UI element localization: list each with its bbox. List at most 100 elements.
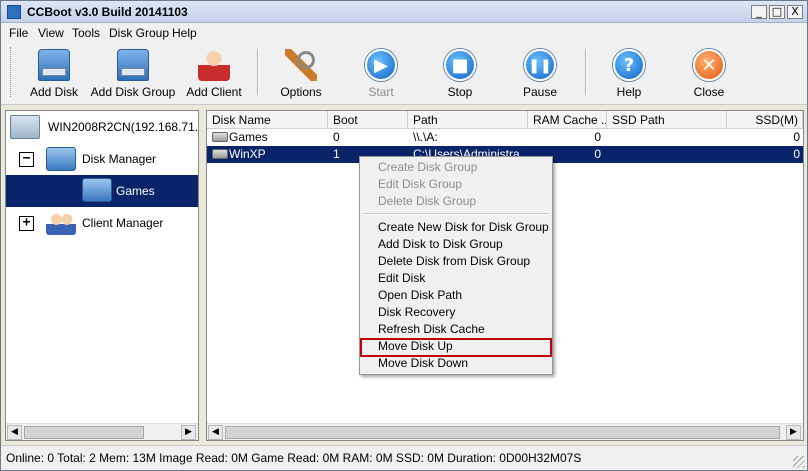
- navigation-tree[interactable]: WIN2008R2CN(192.168.71.25 − Disk Manager…: [5, 110, 199, 441]
- close-label: Close: [693, 85, 725, 99]
- scroll-thumb[interactable]: [225, 426, 780, 439]
- tree-node-server-label: WIN2008R2CN(192.168.71.25: [48, 120, 199, 134]
- cell-ssd: 0: [793, 130, 800, 144]
- column-path[interactable]: Path: [408, 111, 528, 129]
- add-disk-group-button[interactable]: Add Disk Group: [89, 47, 177, 101]
- stop-label: Stop: [447, 85, 473, 99]
- tree-node-games-label: Games: [116, 184, 155, 198]
- column-ram-cache[interactable]: RAM Cache ...: [528, 111, 607, 129]
- scroll-thumb[interactable]: [24, 426, 144, 439]
- app-icon: [7, 5, 21, 19]
- maximize-button[interactable]: □: [769, 5, 785, 19]
- start-label: Start: [368, 85, 394, 99]
- pause-icon: ❚❚: [524, 49, 556, 81]
- disk-icon: [212, 149, 228, 159]
- wrench-icon: [285, 49, 317, 81]
- pause-glyph: ❚❚: [528, 58, 552, 74]
- menu-bar: File View Tools Disk Group Help: [1, 23, 807, 43]
- pause-label: Pause: [522, 85, 558, 99]
- tree-node-server[interactable]: WIN2008R2CN(192.168.71.25: [10, 115, 198, 139]
- add-client-button[interactable]: Add Client: [181, 47, 247, 101]
- menu-view[interactable]: View: [38, 26, 64, 40]
- table-row[interactable]: Games 0 \\.\A: 0 0: [207, 129, 803, 146]
- scroll-left-arrow-icon[interactable]: ◀: [208, 425, 223, 440]
- disk-group-icon: [117, 49, 149, 81]
- menu-tools[interactable]: Tools: [72, 26, 100, 40]
- menu-item-move-disk-down[interactable]: Move Disk Down: [362, 355, 550, 372]
- menu-item-edit-disk[interactable]: Edit Disk: [362, 270, 550, 287]
- menu-item-add-disk-to-group[interactable]: Add Disk to Disk Group: [362, 236, 550, 253]
- column-disk-name[interactable]: Disk Name: [207, 111, 328, 129]
- menu-disk-group[interactable]: Disk Group: [109, 26, 169, 40]
- close-button[interactable]: ✕ Close: [681, 47, 737, 101]
- toolbar-separator: [585, 49, 587, 95]
- scroll-left-arrow-icon[interactable]: ◀: [7, 425, 22, 440]
- app-window: CCBoot v3.0 Build 20141103 _ □ X File Vi…: [0, 0, 808, 471]
- menu-file[interactable]: File: [9, 26, 28, 40]
- expand-icon[interactable]: +: [19, 216, 34, 231]
- column-ssd-path[interactable]: SSD Path: [607, 111, 727, 129]
- close-glyph: ✕: [701, 55, 717, 76]
- play-icon: ▶: [365, 49, 397, 81]
- stop-icon: ■: [444, 49, 476, 81]
- toolbar: Add Disk Add Disk Group Add Client Optio…: [1, 43, 807, 105]
- options-button[interactable]: Options: [273, 47, 329, 101]
- minimize-button[interactable]: _: [751, 5, 767, 19]
- menu-item-edit-disk-group[interactable]: Edit Disk Group: [362, 176, 550, 193]
- pause-button[interactable]: ❚❚ Pause: [512, 47, 568, 101]
- status-bar: Online: 0 Total: 2 Mem: 13M Image Read: …: [1, 445, 807, 470]
- tree-node-disk-manager-label: Disk Manager: [82, 152, 157, 166]
- add-disk-group-label: Add Disk Group: [90, 85, 176, 99]
- server-icon: [10, 115, 40, 139]
- menu-item-delete-disk-group[interactable]: Delete Disk Group: [362, 193, 550, 210]
- menu-item-create-disk-group[interactable]: Create Disk Group: [362, 159, 550, 176]
- column-boot[interactable]: Boot: [328, 111, 408, 129]
- help-icon: ?: [613, 49, 645, 81]
- add-disk-button[interactable]: Add Disk: [25, 47, 83, 101]
- menu-help[interactable]: Help: [172, 26, 197, 40]
- user-icon: [198, 49, 230, 81]
- list-header: Disk Name Boot Path RAM Cache ... SSD Pa…: [207, 111, 803, 129]
- menu-item-refresh-disk-cache[interactable]: Refresh Disk Cache: [362, 321, 550, 338]
- add-disk-label: Add Disk: [29, 85, 79, 99]
- menu-item-open-disk-path[interactable]: Open Disk Path: [362, 287, 550, 304]
- menu-item-create-new-disk[interactable]: Create New Disk for Disk Group: [362, 219, 550, 236]
- close-icon: ✕: [693, 49, 725, 81]
- collapse-icon[interactable]: −: [19, 152, 34, 167]
- window-title: CCBoot v3.0 Build 20141103: [27, 5, 188, 19]
- disk-icon: [38, 49, 70, 81]
- resize-grip-icon[interactable]: [793, 456, 805, 468]
- tree-node-client-manager-label: Client Manager: [82, 216, 164, 230]
- close-window-button[interactable]: X: [787, 5, 803, 19]
- list-horizontal-scrollbar[interactable]: ◀ ▶: [207, 423, 803, 440]
- stop-glyph: ■: [451, 55, 469, 76]
- games-disk-icon: [82, 178, 112, 202]
- disk-icon: [212, 132, 228, 142]
- toolbar-grip: [10, 47, 13, 97]
- add-client-label: Add Client: [186, 85, 242, 99]
- menu-item-disk-recovery[interactable]: Disk Recovery: [362, 304, 550, 321]
- scroll-right-arrow-icon[interactable]: ▶: [786, 425, 801, 440]
- help-glyph: ?: [623, 55, 635, 76]
- disk-manager-icon: [46, 147, 76, 171]
- menu-separator: [364, 213, 548, 215]
- tree-node-client-manager[interactable]: Client Manager: [46, 211, 196, 235]
- title-bar[interactable]: CCBoot v3.0 Build 20141103 _ □ X: [1, 1, 807, 23]
- tree-horizontal-scrollbar[interactable]: ◀ ▶: [6, 423, 198, 440]
- cell-ssd-path: [612, 129, 722, 146]
- tree-node-disk-manager[interactable]: Disk Manager: [46, 147, 196, 171]
- menu-item-delete-disk-from-group[interactable]: Delete Disk from Disk Group: [362, 253, 550, 270]
- cell-boot: 0: [333, 130, 340, 144]
- toolbar-separator: [257, 49, 259, 95]
- tree-node-games[interactable]: Games: [6, 175, 198, 207]
- scroll-right-arrow-icon[interactable]: ▶: [181, 425, 196, 440]
- options-label: Options: [280, 85, 322, 99]
- help-button[interactable]: ? Help: [601, 47, 657, 101]
- stop-button[interactable]: ■ Stop: [432, 47, 488, 101]
- start-button[interactable]: ▶ Start: [353, 47, 409, 101]
- column-ssd[interactable]: SSD(M): [727, 111, 803, 129]
- cell-disk-name: WinXP: [229, 147, 266, 161]
- help-label: Help: [616, 85, 642, 99]
- users-icon: [46, 211, 76, 235]
- cell-path: \\.\A:: [413, 130, 438, 144]
